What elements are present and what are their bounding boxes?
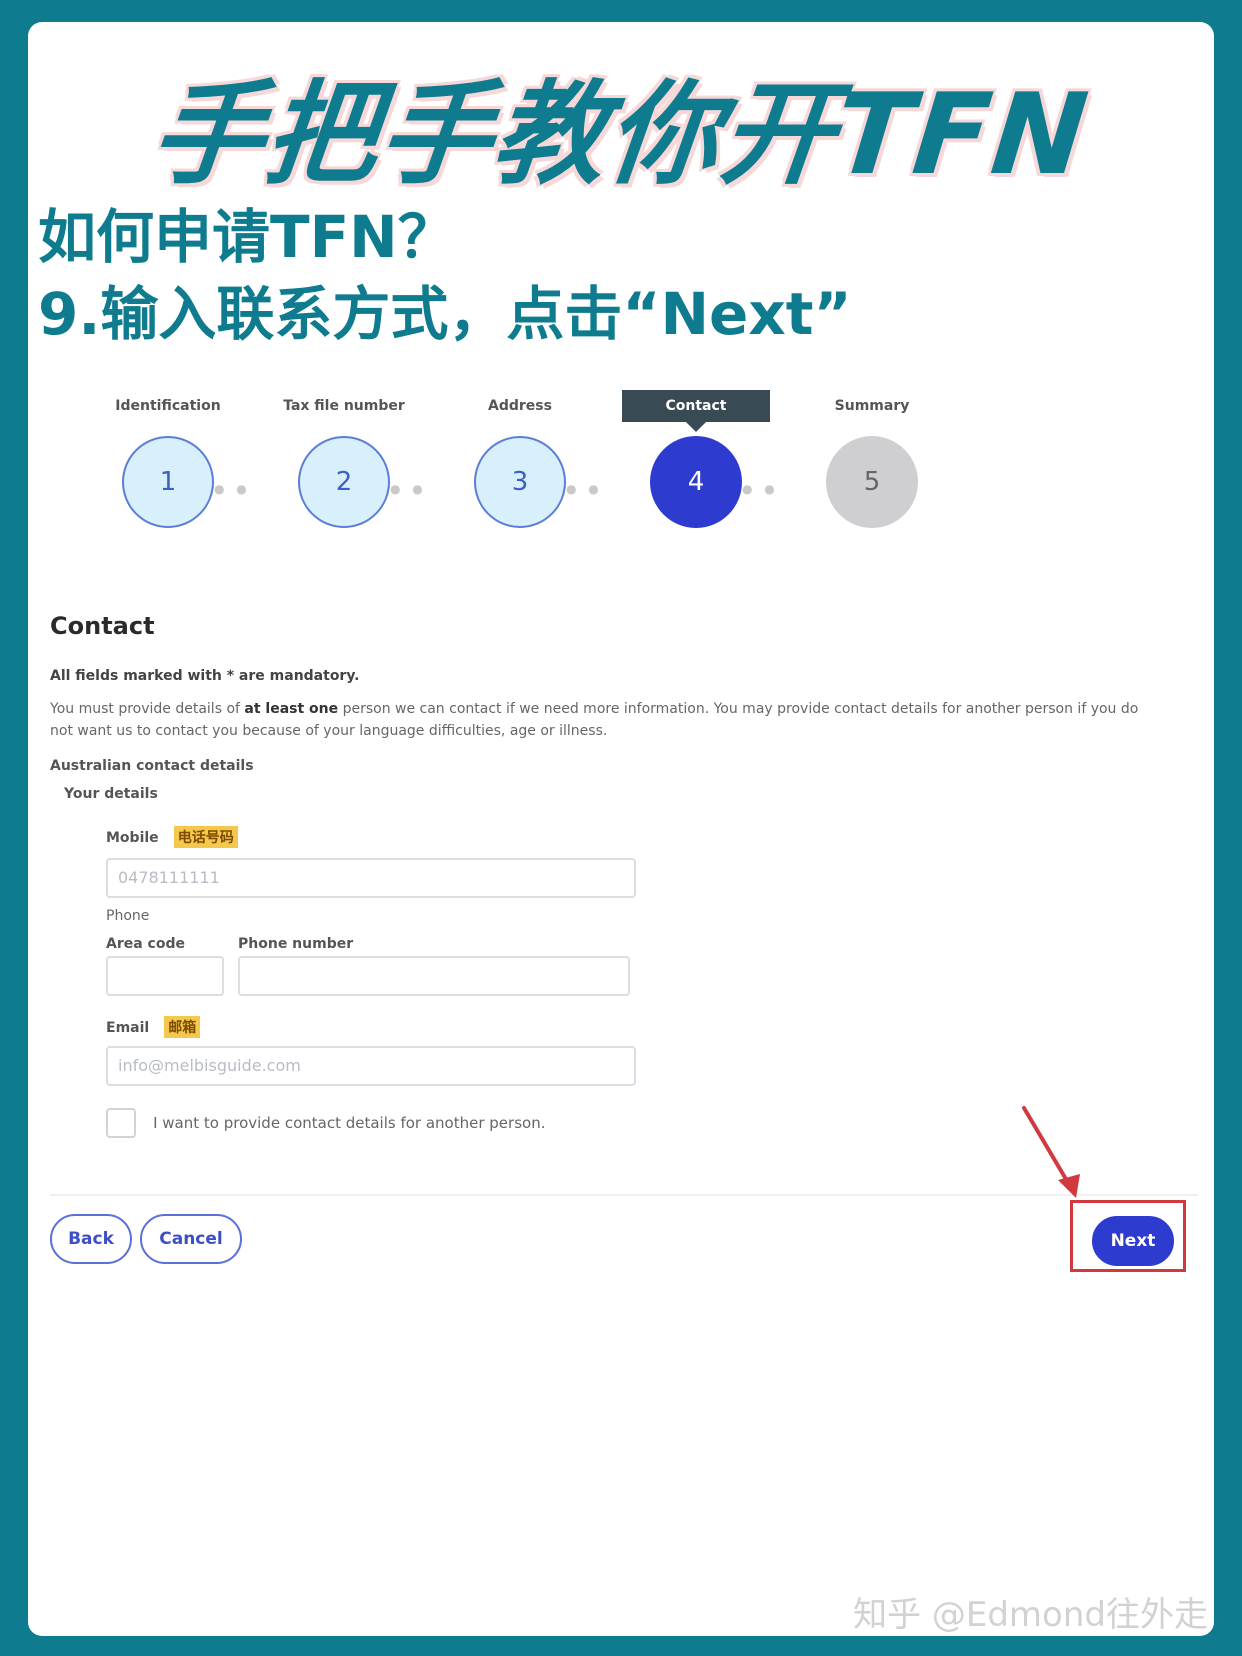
red-pointer-arrow-icon	[1022, 1106, 1080, 1198]
step-circle: 5	[826, 436, 918, 528]
big-title: 手把手教你开TFN	[144, 70, 1096, 200]
step-circle-current: 4	[650, 436, 742, 528]
mobile-label: Mobile	[106, 830, 159, 846]
email-annotation-tag: 邮箱	[164, 1016, 201, 1038]
content-card: 手把手教你开TFN 如何申请TFN？ 9.输入联系方式，点击“Next” Ide…	[28, 22, 1214, 1636]
phone-number-input[interactable]	[238, 956, 630, 996]
phone-row: Phone Area code Phone number	[106, 908, 630, 1006]
contact-form: Contact All fields marked with * are man…	[50, 612, 1200, 1138]
step-circle: 3	[474, 436, 566, 528]
info-text: You must provide details of at least one…	[50, 698, 1165, 742]
another-person-checkbox[interactable]	[106, 1108, 136, 1138]
step-connector: ● ●	[214, 482, 251, 496]
step-address[interactable]: Address 3	[430, 390, 610, 528]
form-heading: Contact	[50, 612, 155, 640]
area-code-label: Area code	[106, 936, 185, 952]
mobile-annotation-tag: 电话号码	[173, 826, 238, 848]
step-label: Identification	[115, 398, 221, 414]
step-summary: Summary 5	[782, 390, 962, 528]
mobile-row: Mobile 电话号码 0478111111	[106, 826, 636, 898]
step-tax-file-number[interactable]: Tax file number 2	[254, 390, 434, 528]
phone-number-label: Phone number	[238, 936, 354, 952]
step-connector: ● ●	[742, 482, 779, 496]
step-label-active: Contact	[622, 390, 770, 432]
sub-label: Your details	[64, 786, 158, 802]
mobile-input[interactable]: 0478111111	[106, 858, 636, 898]
email-label: Email	[106, 1020, 150, 1036]
mandatory-note: All fields marked with * are mandatory.	[50, 668, 360, 684]
step-circle: 1	[122, 436, 214, 528]
subtitle-step-instruction: 9.输入联系方式，点击“Next”	[38, 280, 852, 348]
back-button[interactable]: Back	[50, 1214, 132, 1264]
step-label: Summary	[834, 398, 910, 414]
next-button[interactable]: Next	[1092, 1216, 1174, 1266]
step-label: Tax file number	[283, 398, 405, 414]
section-label: Australian contact details	[50, 758, 254, 774]
step-contact: Contact 4	[606, 390, 786, 528]
another-person-row: I want to provide contact details for an…	[106, 1108, 545, 1138]
progress-stepper: Identification 1 ● ● Tax file number 2 ●…	[28, 390, 1214, 560]
step-connector: ● ●	[566, 482, 603, 496]
step-label: Address	[488, 398, 552, 414]
email-row: Email 邮箱 info@melbisguide.com	[106, 1016, 636, 1086]
step-circle: 2	[298, 436, 390, 528]
phone-label: Phone	[106, 908, 150, 924]
step-identification[interactable]: Identification 1	[78, 390, 258, 528]
subtitle-question: 如何申请TFN？	[38, 203, 456, 271]
cancel-button[interactable]: Cancel	[140, 1214, 242, 1264]
info-text-bold: at least one	[244, 701, 339, 717]
area-code-input[interactable]	[106, 956, 224, 996]
watermark: 知乎 @Edmond往外走	[853, 1595, 1208, 1635]
step-connector: ● ●	[390, 482, 427, 496]
info-text-part: You must provide details of	[50, 701, 245, 717]
email-input[interactable]: info@melbisguide.com	[106, 1046, 636, 1086]
another-person-label[interactable]: I want to provide contact details for an…	[153, 1114, 545, 1132]
